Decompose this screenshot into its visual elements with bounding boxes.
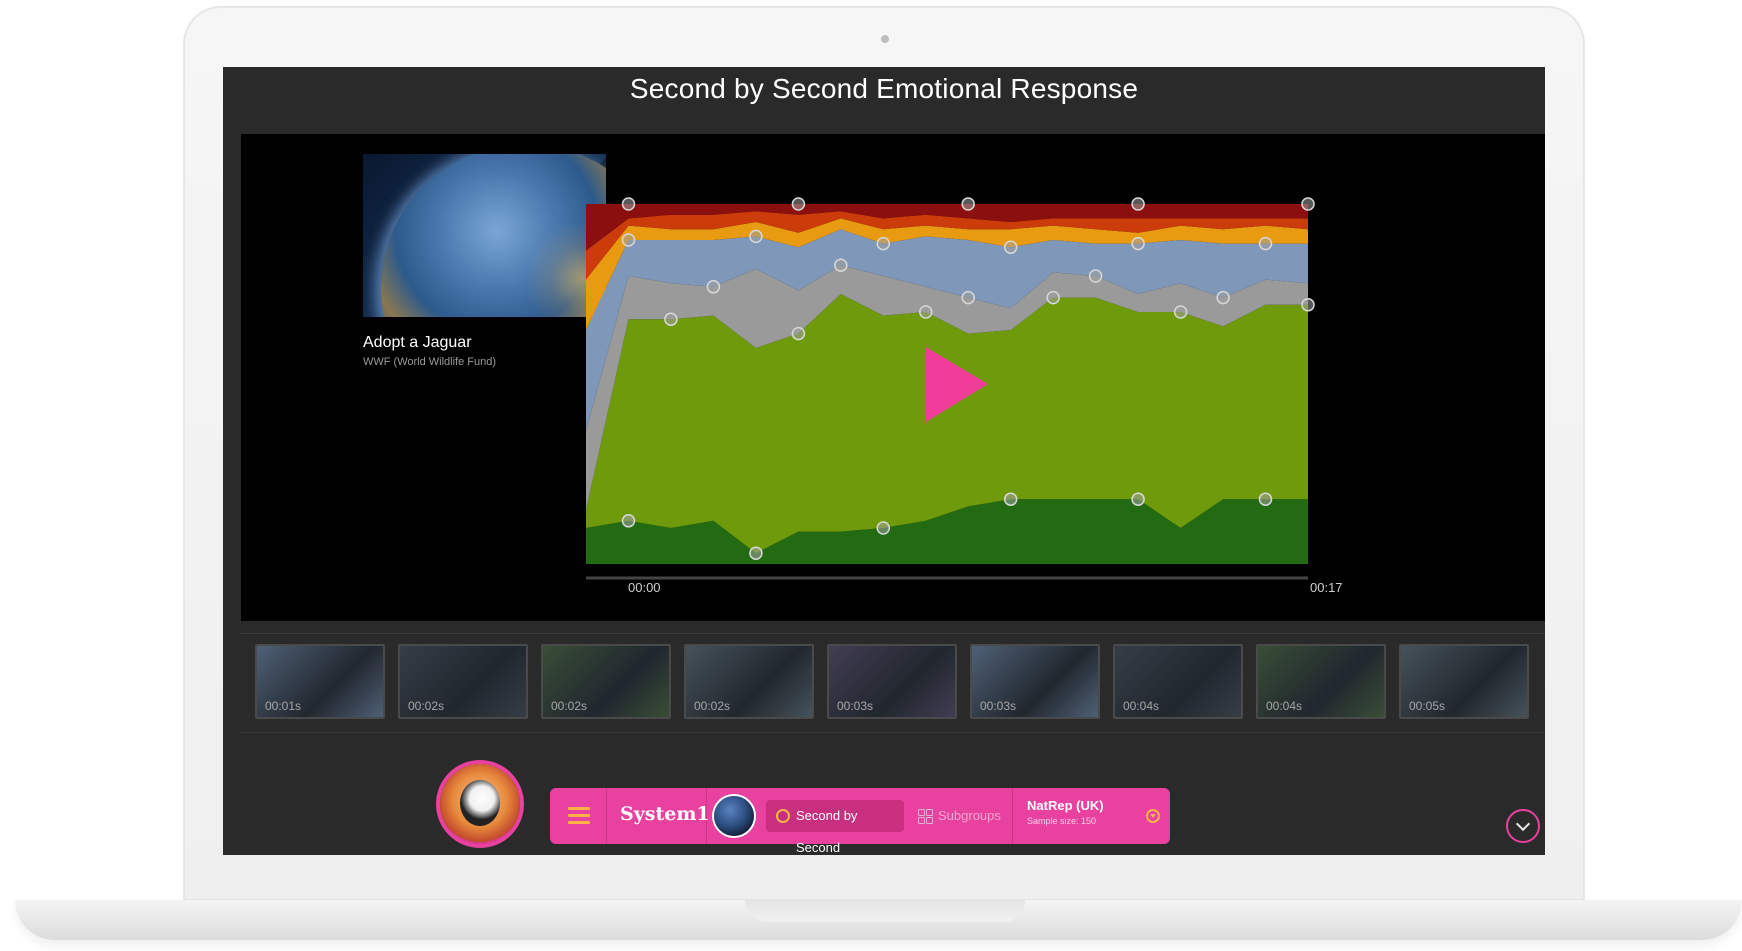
filmstrip-frame[interactable]: 00:02s [684, 644, 814, 719]
brand-logo[interactable]: System1 [620, 803, 710, 825]
chart-marker[interactable] [1216, 290, 1230, 305]
tab-subgroups[interactable]: Subgroups [918, 800, 1008, 832]
chart-marker[interactable] [749, 229, 763, 244]
chart-marker[interactable] [961, 290, 975, 305]
tab-label: Subgroups [938, 808, 1001, 823]
filmstrip-divider-top [241, 633, 1545, 634]
sample-size: Sample size: 150 [1027, 816, 1097, 826]
chart-marker[interactable] [621, 197, 636, 211]
frame-timestamp: 00:03s [837, 699, 874, 713]
filmstrip-divider-bottom [241, 732, 1545, 733]
chart-marker[interactable] [876, 236, 891, 251]
menu-icon[interactable] [568, 807, 590, 825]
page-title: Second by Second Emotional Response [629, 73, 1139, 104]
filmstrip-frame[interactable]: 00:02s [398, 644, 528, 719]
chart-marker[interactable] [919, 305, 933, 319]
chart-marker[interactable] [1258, 236, 1273, 251]
chart-marker[interactable] [621, 233, 636, 247]
timeline-start: 00:00 [628, 580, 661, 595]
chart-marker[interactable] [791, 326, 806, 341]
frame-timestamp: 00:01s [265, 699, 302, 713]
chart-marker[interactable] [1301, 298, 1315, 312]
avatar[interactable] [440, 764, 520, 844]
frame-timestamp: 00:03s [980, 699, 1017, 713]
chart-marker[interactable] [1131, 197, 1145, 211]
toolbar-divider [1012, 788, 1013, 844]
chart-marker[interactable] [791, 197, 806, 211]
chart-marker[interactable] [1258, 492, 1273, 506]
emotional-response-chart[interactable] [241, 134, 1545, 621]
chart-marker[interactable] [1046, 290, 1060, 305]
frame-timestamp: 00:04s [1123, 699, 1160, 713]
sample-name[interactable]: NatRep (UK) [1027, 798, 1104, 813]
chart-marker[interactable] [749, 546, 763, 560]
toolbar-divider [606, 788, 607, 844]
chart-marker[interactable] [1088, 269, 1103, 283]
filmstrip-frame[interactable]: 00:02s [541, 644, 671, 719]
chart-marker[interactable] [664, 312, 678, 326]
video-area: Adopt a Jaguar WWF (World Wildlife Fund)… [241, 134, 1545, 621]
toolbar-divider [706, 788, 707, 844]
chart-marker[interactable] [706, 280, 721, 294]
filmstrip-frame[interactable]: 00:03s [970, 644, 1100, 719]
filmstrip-frame[interactable]: 00:05s [1399, 644, 1529, 719]
frame-timestamp: 00:02s [551, 699, 588, 713]
app-screen: Second by Second Emotional Response Adop… [223, 67, 1545, 855]
chart-marker[interactable] [1131, 492, 1145, 506]
chart-marker[interactable] [834, 258, 848, 272]
chart-marker[interactable] [1131, 236, 1145, 251]
filmstrip-frame[interactable]: 00:03s [827, 644, 957, 719]
ad-mini-thumbnail[interactable] [714, 796, 754, 836]
chart-marker[interactable] [876, 521, 891, 535]
frame-timestamp: 00:02s [408, 699, 445, 713]
toolbar: System1 Second by Second Subgroups NatRe… [550, 788, 1170, 855]
chart-marker[interactable] [1173, 305, 1188, 319]
tab-second-by-second[interactable]: Second by Second [766, 800, 904, 855]
grid-icon [918, 809, 933, 824]
chart-marker[interactable] [621, 514, 636, 528]
filmstrip-frame[interactable]: 00:04s [1256, 644, 1386, 719]
dropdown-icon[interactable] [1146, 809, 1160, 823]
chart-marker[interactable] [1301, 197, 1315, 211]
toucan-logo [460, 780, 500, 826]
filmstrip: 00:01s 00:02s 00:02s 00:02s 00:03s 00:03s 00:0… [255, 644, 1545, 724]
chart-marker[interactable] [1003, 492, 1018, 506]
filmstrip-frame[interactable]: 00:04s [1113, 644, 1243, 719]
chevron-down-icon[interactable] [1506, 809, 1540, 843]
frame-timestamp: 00:05s [1409, 699, 1446, 713]
timeline-end: 00:17 [1310, 580, 1343, 595]
frame-timestamp: 00:04s [1266, 699, 1303, 713]
smiley-icon [776, 809, 790, 823]
laptop-notch [745, 900, 1025, 922]
filmstrip-frame[interactable]: 00:01s [255, 644, 385, 719]
camera-dot [881, 35, 889, 43]
frame-timestamp: 00:02s [694, 699, 731, 713]
tab-label: Second by Second [796, 808, 858, 855]
chart-marker[interactable] [1003, 240, 1018, 254]
chart-marker[interactable] [961, 197, 975, 211]
